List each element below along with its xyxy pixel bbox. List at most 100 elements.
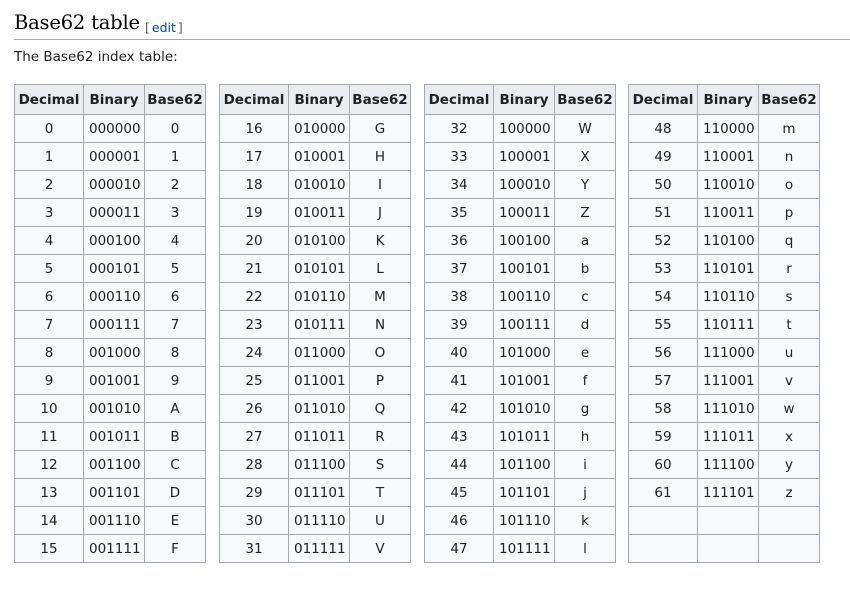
cell-binary: 111001 — [697, 366, 759, 395]
table-row: 32 100000 W — [424, 114, 616, 143]
section-heading: Base62 table [edit] — [14, 8, 850, 40]
table-row: 27 011011 R — [219, 422, 411, 451]
base62-table-2: Decimal Binary Base62 16 010000 G 17 010001 H… — [219, 84, 411, 563]
cell-decimal: 48 — [628, 114, 698, 143]
table-row: 9 001001 9 — [14, 366, 206, 395]
cell-base62: r — [758, 254, 820, 283]
cell-binary: 110000 — [697, 114, 759, 143]
cell-base62: 1 — [144, 142, 206, 171]
cell-binary: 001101 — [83, 478, 145, 507]
table-row: 46 101110 k — [424, 506, 616, 535]
cell-decimal: 21 — [219, 254, 289, 283]
cell-decimal: 6 — [14, 282, 84, 311]
table-row: 26 011010 Q — [219, 394, 411, 423]
cell-base62: S — [349, 450, 411, 479]
cell-binary: 011101 — [288, 478, 350, 507]
col-header-base62: Base62 — [349, 84, 411, 115]
cell-decimal: 34 — [424, 170, 494, 199]
cell-base62: W — [554, 114, 616, 143]
edit-section: [edit] — [145, 20, 183, 35]
cell-binary: 111101 — [697, 478, 759, 507]
cell-binary: 001111 — [83, 534, 145, 563]
cell-base62: i — [554, 450, 616, 479]
col-header-binary: Binary — [83, 84, 145, 115]
cell-base62: 5 — [144, 254, 206, 283]
cell-decimal: 58 — [628, 394, 698, 423]
edit-link[interactable]: edit — [152, 20, 176, 35]
intro-text: The Base62 index table: — [14, 49, 178, 65]
edit-bracket-open: [ — [145, 20, 150, 35]
cell-binary: 100001 — [493, 142, 555, 171]
cell-decimal: 1 — [14, 142, 84, 171]
cell-binary: 011111 — [288, 534, 350, 563]
table-row: 40 101000 e — [424, 338, 616, 367]
table-row: 2 000010 2 — [14, 170, 206, 199]
cell-decimal: 49 — [628, 142, 698, 171]
cell-base62: 3 — [144, 198, 206, 227]
table-row: 1 000001 1 — [14, 142, 206, 171]
table-row: 10 001010 A — [14, 394, 206, 423]
cell-binary: 011001 — [288, 366, 350, 395]
cell-binary: 100010 — [493, 170, 555, 199]
cell-binary: 000011 — [83, 198, 145, 227]
cell-base62: 7 — [144, 310, 206, 339]
cell-binary: 110101 — [697, 254, 759, 283]
cell-base62: K — [349, 226, 411, 255]
cell-binary: 010010 — [288, 170, 350, 199]
cell-decimal: 36 — [424, 226, 494, 255]
cell-binary: 011100 — [288, 450, 350, 479]
cell-base62: y — [758, 450, 820, 479]
cell-decimal: 0 — [14, 114, 84, 143]
cell-binary: 100000 — [493, 114, 555, 143]
cell-decimal: 44 — [424, 450, 494, 479]
cell-binary: 010101 — [288, 254, 350, 283]
cell-decimal: 39 — [424, 310, 494, 339]
cell-base62: k — [554, 506, 616, 535]
col-header-decimal: Decimal — [424, 84, 494, 115]
cell-base62: p — [758, 198, 820, 227]
cell-base62: L — [349, 254, 411, 283]
cell-decimal: 43 — [424, 422, 494, 451]
cell-binary: 101000 — [493, 338, 555, 367]
cell-decimal: 24 — [219, 338, 289, 367]
table-row: 8 001000 8 — [14, 338, 206, 367]
cell-base62: l — [554, 534, 616, 563]
cell-decimal: 12 — [14, 450, 84, 479]
cell-binary: 001110 — [83, 506, 145, 535]
cell-base62: 0 — [144, 114, 206, 143]
cell-binary: 000100 — [83, 226, 145, 255]
table-row: 29 011101 T — [219, 478, 411, 507]
cell-base62: 4 — [144, 226, 206, 255]
cell-decimal: 5 — [14, 254, 84, 283]
table-row: 0 000000 0 — [14, 114, 206, 143]
col-header-binary: Binary — [697, 84, 759, 115]
col-header-base62: Base62 — [758, 84, 820, 115]
cell-binary: 001010 — [83, 394, 145, 423]
cell-decimal: 19 — [219, 198, 289, 227]
cell-base62: d — [554, 310, 616, 339]
cell-binary: 011000 — [288, 338, 350, 367]
cell-base62: V — [349, 534, 411, 563]
cell-decimal: 41 — [424, 366, 494, 395]
cell-decimal: 8 — [14, 338, 84, 367]
table-row: 13 001101 D — [14, 478, 206, 507]
table-row: 53 110101 r — [628, 254, 820, 283]
cell-binary: 110001 — [697, 142, 759, 171]
cell-decimal: 7 — [14, 310, 84, 339]
table-row: 5 000101 5 — [14, 254, 206, 283]
cell-base62: A — [144, 394, 206, 423]
cell-decimal: 31 — [219, 534, 289, 563]
cell-base62: H — [349, 142, 411, 171]
edit-bracket-close: ] — [177, 20, 183, 35]
cell-decimal — [628, 534, 698, 563]
cell-binary: 001000 — [83, 338, 145, 367]
cell-decimal: 3 — [14, 198, 84, 227]
cell-base62: I — [349, 170, 411, 199]
table-row: 51 110011 p — [628, 198, 820, 227]
cell-binary: 000111 — [83, 310, 145, 339]
table-row: 50 110010 o — [628, 170, 820, 199]
cell-decimal: 23 — [219, 310, 289, 339]
table-row: 37 100101 b — [424, 254, 616, 283]
cell-decimal: 55 — [628, 310, 698, 339]
cell-binary: 101111 — [493, 534, 555, 563]
